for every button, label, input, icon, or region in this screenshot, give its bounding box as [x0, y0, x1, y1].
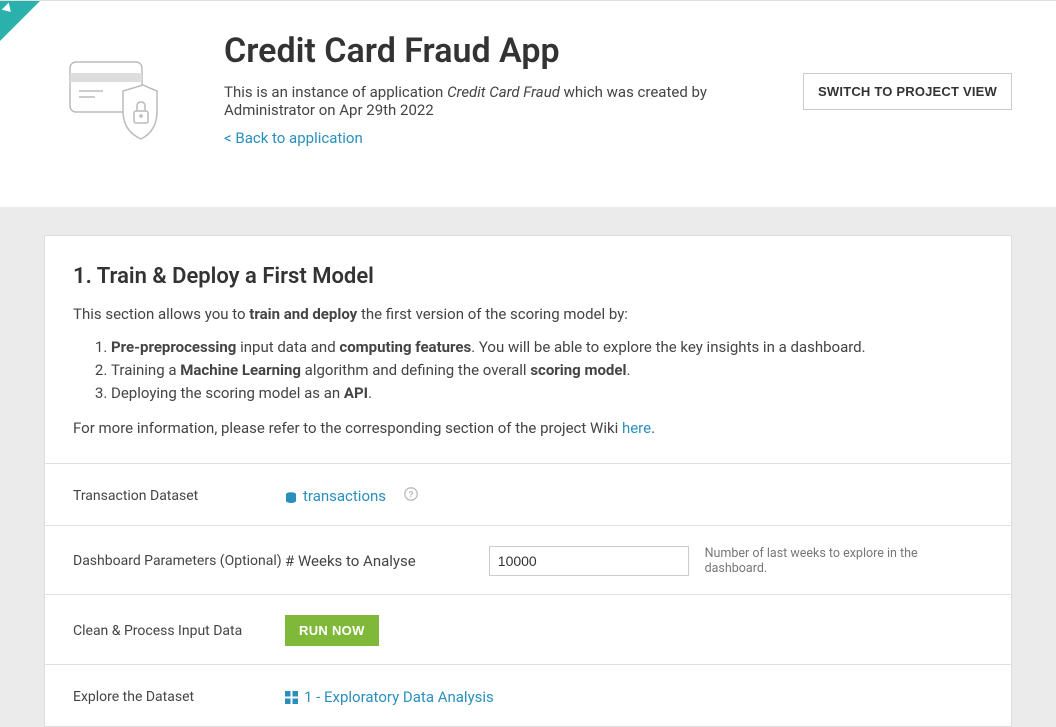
steps-list: Pre-preprocessing input data and computi… — [73, 336, 983, 406]
help-icon[interactable]: ? — [404, 487, 418, 505]
weeks-to-analyse-input[interactable] — [489, 546, 689, 576]
dashboard-params-label: Dashboard Parameters (Optional) — [73, 553, 285, 569]
credit-card-shield-icon — [69, 61, 159, 141]
back-to-application-link[interactable]: < Back to application — [224, 129, 363, 147]
svg-text:?: ? — [408, 489, 414, 499]
row-clean-process: Clean & Process Input Data RUN NOW — [45, 594, 1011, 664]
dashboard-icon — [285, 690, 298, 703]
exploratory-analysis-link[interactable]: 1 - Exploratory Data Analysis — [285, 688, 494, 706]
run-now-button[interactable]: RUN NOW — [285, 615, 379, 646]
instance-description: This is an instance of application Credi… — [224, 83, 763, 119]
row-transaction-dataset: Transaction Dataset transactions ? — [45, 463, 1011, 525]
section-title: 1. Train & Deploy a First Model — [73, 264, 983, 289]
section-intro: 1. Train & Deploy a First Model This sec… — [45, 236, 1011, 463]
section-intro-text: This section allows you to train and dep… — [73, 303, 983, 326]
page-title: Credit Card Fraud App — [224, 31, 763, 71]
corner-ribbon-badge — [0, 1, 40, 41]
explore-dataset-label: Explore the Dataset — [73, 689, 285, 705]
step-3: Deploying the scoring model as an API. — [111, 382, 983, 405]
step-1: Pre-preprocessing input data and computi… — [111, 336, 983, 359]
row-explore-dataset: Explore the Dataset 1 - Exploratory Data… — [45, 664, 1011, 726]
weeks-to-analyse-label: # Weeks to Analyse — [285, 552, 473, 570]
header-area: Credit Card Fraud App This is an instanc… — [0, 1, 1056, 207]
content-background: 1. Train & Deploy a First Model This sec… — [0, 207, 1056, 727]
wiki-here-link[interactable]: here — [622, 419, 651, 437]
switch-to-project-view-button[interactable]: SWITCH TO PROJECT VIEW — [803, 73, 1012, 110]
transactions-dataset-link[interactable]: transactions — [285, 487, 386, 505]
weeks-hint-text: Number of last weeks to explore in the d… — [705, 546, 983, 576]
clean-process-label: Clean & Process Input Data — [73, 623, 285, 639]
step-2: Training a Machine Learning algorithm an… — [111, 359, 983, 382]
content-panel: 1. Train & Deploy a First Model This sec… — [44, 235, 1012, 727]
database-icon — [285, 490, 297, 502]
more-info-text: For more information, please refer to th… — [73, 419, 983, 437]
app-icon — [44, 31, 184, 141]
row-dashboard-parameters: Dashboard Parameters (Optional) # Weeks … — [45, 525, 1011, 594]
app-name-italic: Credit Card Fraud — [447, 83, 560, 101]
transaction-dataset-label: Transaction Dataset — [73, 488, 285, 504]
